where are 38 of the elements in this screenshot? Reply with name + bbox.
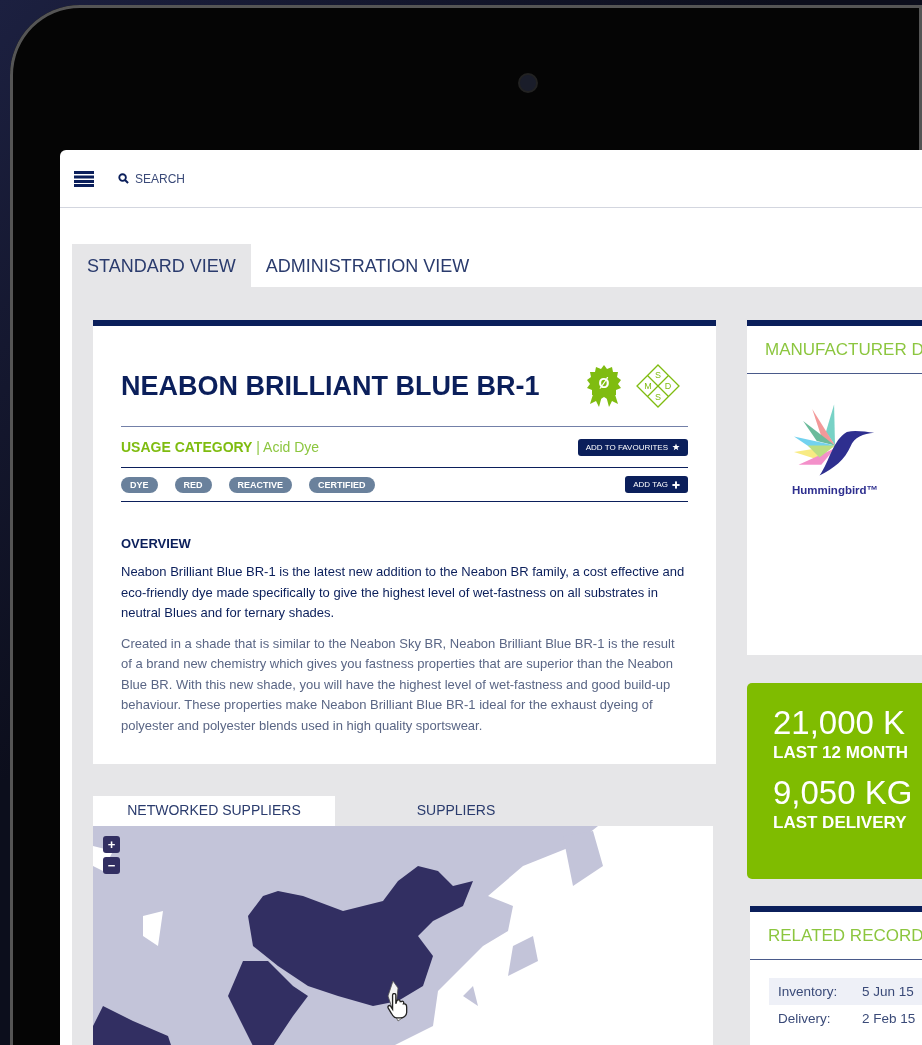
record-type: Delivery: — [778, 1011, 832, 1026]
overview-heading: OVERVIEW — [121, 536, 192, 551]
camera-icon — [518, 73, 538, 93]
badge-symbol: Ø — [598, 375, 610, 391]
add-to-favourites-button[interactable]: ADD TO FAVOURITES — [577, 438, 688, 456]
record-type: Inventory: — [778, 984, 839, 999]
tag-chip[interactable]: REACTIVE — [228, 476, 293, 493]
plus-icon — [672, 480, 680, 489]
search-field[interactable]: SEARCH — [135, 171, 185, 186]
product-title: NEABON BRILLIANT BLUE BR-1 — [121, 370, 540, 402]
stat-label: LAST DELIVERY — [773, 813, 908, 833]
view-tab[interactable]: ADMINISTRATION VIEW — [250, 244, 485, 287]
zoom-in-button[interactable]: + — [103, 836, 120, 853]
award-rosette-icon — [587, 365, 621, 407]
usage-category: USAGE CATEGORY | Acid Dye — [121, 439, 320, 455]
overview-lead-paragraph: Neabon Brilliant Blue BR-1 is the latest new addition to the Neabon BR family, a cost effective and eco-friendly dye made specifically to give the highest level of wet-fastness on all substrates in neutral Blues and for ternary shades. — [121, 563, 686, 622]
record-date: 5 Jun 15 — [862, 984, 914, 999]
supplier-tab[interactable]: SUPPLIERS — [335, 796, 577, 826]
star-icon — [672, 443, 680, 451]
tag-chip[interactable]: CERTIFIED — [309, 476, 375, 493]
hand-cursor-icon — [387, 993, 409, 1019]
zoom-out-button[interactable]: − — [103, 857, 120, 874]
related-records-title: RELATED RECORD — [750, 912, 922, 960]
stat-value: 21,000 K — [773, 703, 907, 743]
tag-chip[interactable]: RED — [174, 476, 212, 493]
record-date: 2 Feb 15 — [862, 1011, 916, 1026]
overview-paragraph: Created in a shade that is similar to the Neabon Sky BR, Neabon Brilliant Blue BR-1 is the result of a brand new chemistry which gives you fastness properties that are superior than the Neabon Blue BR. With this new shade, you will have the highest level of wet-fastness and good build-up behaviour. These properties make Neabon Brilliant Blue BR-1 ideal for the exhaust dyeing of polyester and polyester blends used in high quality sportswear. — [121, 634, 676, 735]
stat-label: LAST 12 MONTH — [773, 743, 910, 763]
add-tag-button[interactable]: ADD TAG — [625, 476, 688, 493]
manufacturer-title: MANUFACTURER D — [747, 326, 922, 374]
view-tab[interactable]: STANDARD VIEW — [72, 244, 251, 287]
tag-chip[interactable]: DYE — [121, 476, 158, 493]
supplier-tab[interactable]: NETWORKED SUPPLIERS — [93, 796, 335, 826]
search-icon[interactable] — [118, 173, 129, 184]
msds-diamond-icon: S M D S — [636, 364, 680, 408]
menu-icon[interactable] — [74, 170, 94, 187]
logo-wordmark: Hummingbird™ — [791, 484, 879, 496]
stat-value: 9,050 KG — [773, 773, 914, 813]
